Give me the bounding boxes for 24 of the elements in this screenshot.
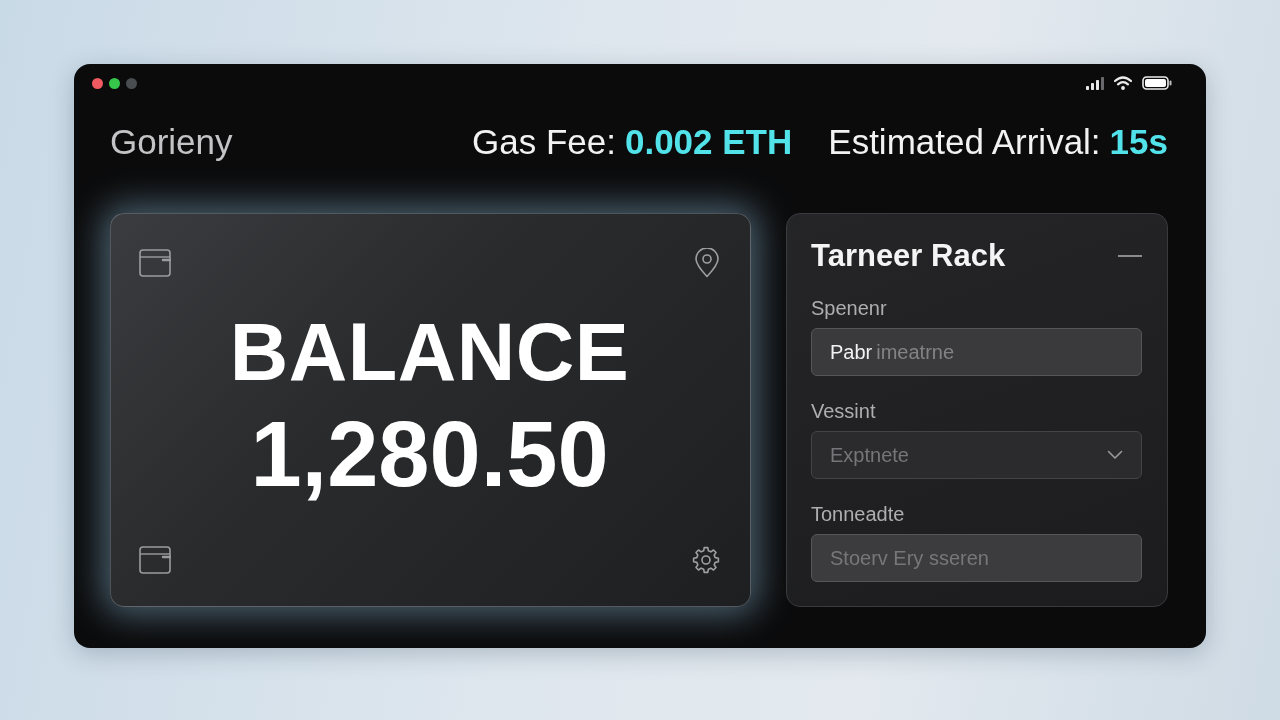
maximize-icon[interactable] [109,77,120,89]
text-field[interactable]: Stoerv Ery sseren [811,534,1142,582]
app-name: Gorieny [110,122,233,162]
gas-fee-label: Gas Fee: [472,122,616,162]
wifi-icon [1114,76,1132,90]
chevron-down-icon [1107,450,1123,460]
arrival-value: 15s [1109,122,1168,162]
close-icon[interactable] [92,77,103,89]
signal-icon [1086,76,1104,90]
balance-label: BALANCE [229,305,630,399]
wallet-icon [139,546,171,574]
arrival-label: Estimated Arrival: [828,122,1101,162]
text-field[interactable]: Pabr imeatrne [811,328,1142,376]
panel-title: Tarneer Rack [811,238,1006,274]
gear-icon[interactable] [692,546,720,574]
location-pin-icon [694,248,720,278]
gas-fee-value: 0.002 ETH [624,122,793,162]
balance-amount: 1,280.50 [250,401,609,507]
field-label: Spenenr [811,296,887,320]
window-dot-icon[interactable] [126,77,137,89]
wallet-icon [139,249,171,277]
field-label: Vessint [811,399,876,423]
battery-icon [1142,76,1172,90]
field-label: Tonneadte [811,502,905,526]
